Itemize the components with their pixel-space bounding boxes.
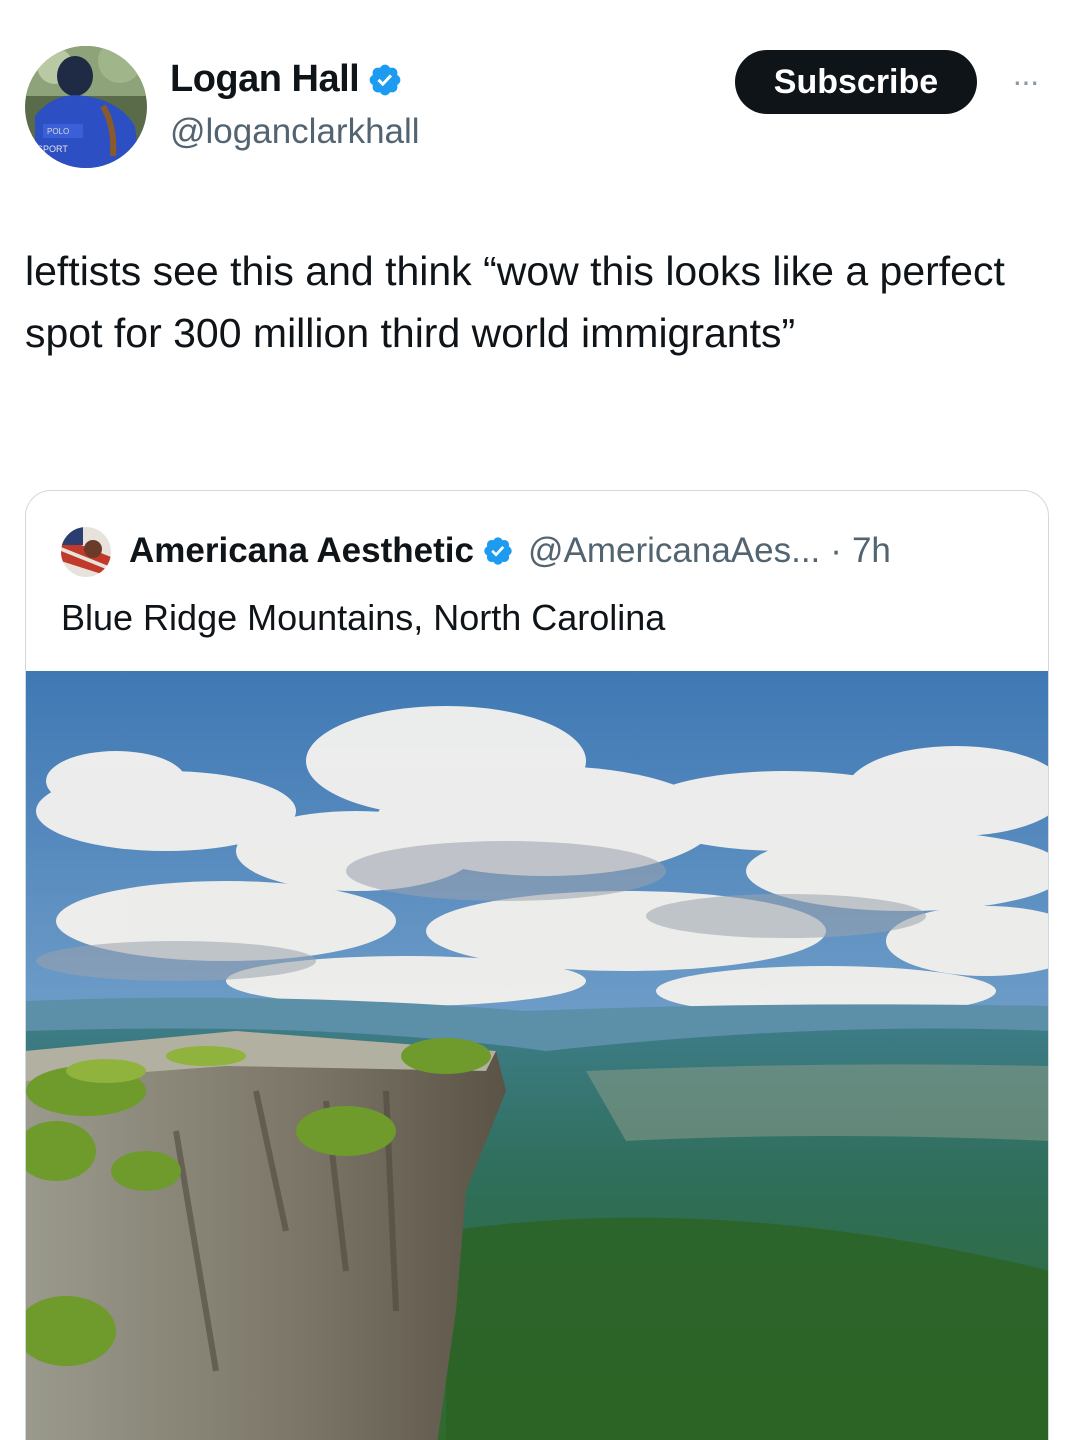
author-name-text: Logan Hall [170, 58, 360, 100]
verified-badge-icon [482, 535, 514, 567]
author-name[interactable]: Logan Hall [170, 58, 403, 101]
subscribe-button[interactable]: Subscribe [735, 50, 977, 114]
quoted-tweet-text: Blue Ridge Mountains, North Carolina [61, 597, 666, 638]
author-avatar[interactable]: POLO SPORT [25, 46, 147, 168]
quoted-author-name[interactable]: Americana Aesthetic [129, 531, 474, 571]
svg-text:SPORT: SPORT [37, 144, 68, 154]
tweet-header: POLO SPORT Logan Hall @loganclarkhall Su… [0, 0, 1074, 180]
author-handle[interactable]: @loganclarkhall [170, 112, 420, 152]
quoted-author-avatar[interactable] [61, 527, 111, 577]
quoted-tweet-card[interactable]: Americana Aesthetic @AmericanaAes... · 7… [25, 490, 1049, 1440]
landscape-photo-icon[interactable] [26, 671, 1048, 1440]
quoted-author-handle[interactable]: @AmericanaAes... [528, 531, 820, 571]
svg-text:POLO: POLO [47, 127, 69, 136]
quoted-author-line: Americana Aesthetic @AmericanaAes... · 7… [129, 531, 891, 571]
tweet-text: leftists see this and think “wow this lo… [25, 248, 1005, 356]
quoted-timestamp[interactable]: 7h [852, 531, 891, 571]
quoted-separator: · [830, 531, 842, 570]
more-options-icon[interactable]: ··· [1000, 65, 1050, 97]
verified-badge-icon [367, 62, 403, 98]
